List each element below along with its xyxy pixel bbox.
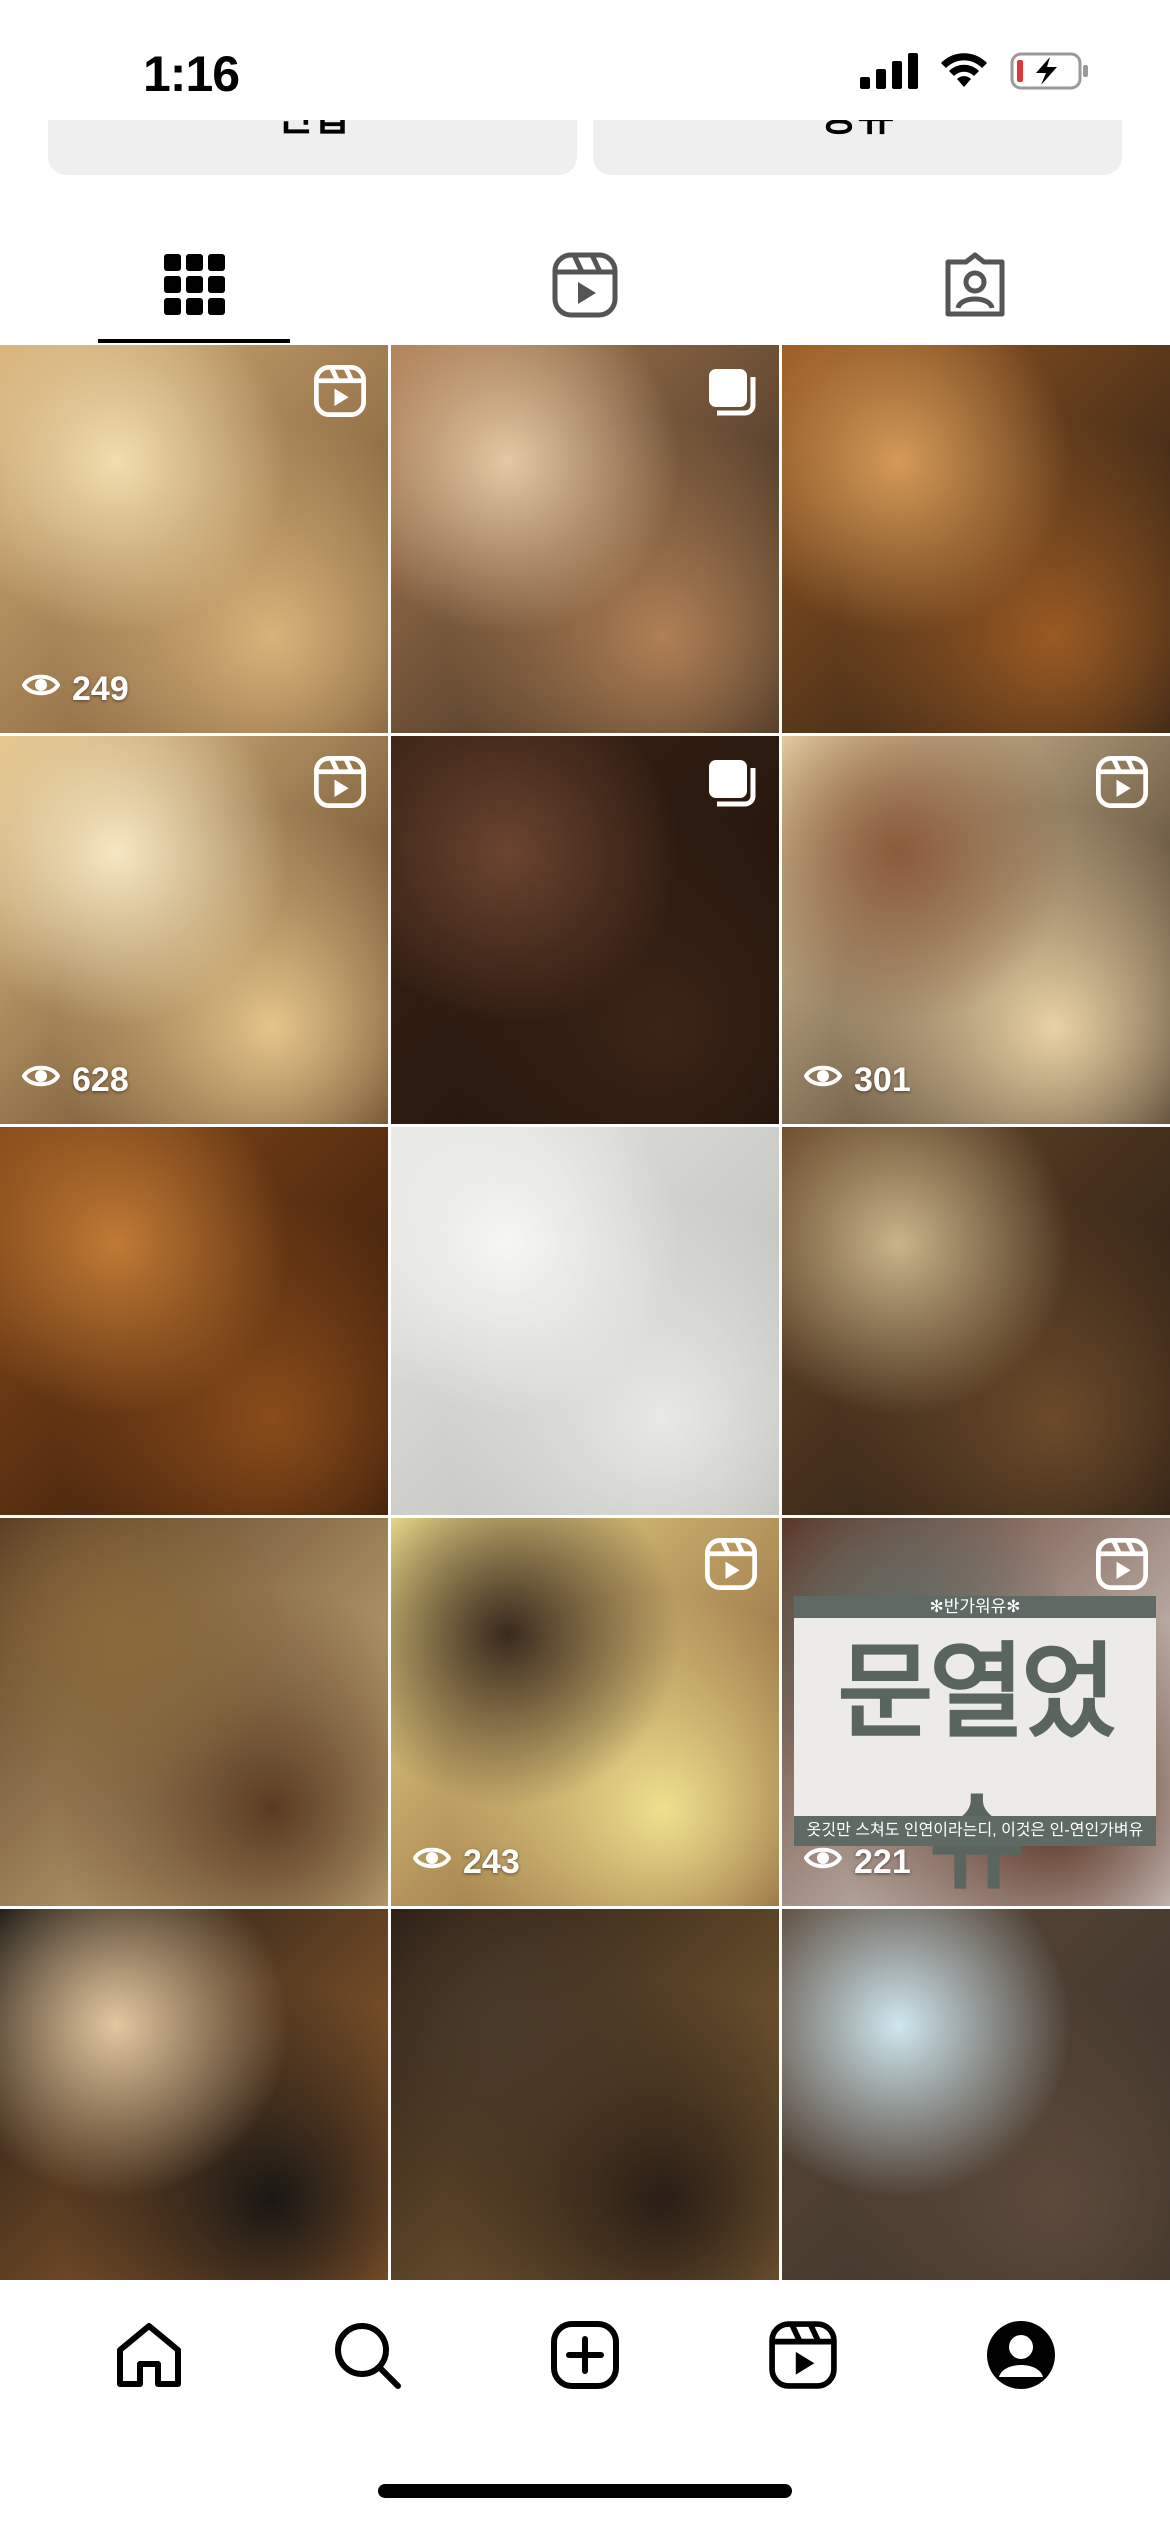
nav-create[interactable] [535,2305,635,2405]
reels-icon [552,252,618,318]
wifi-icon [941,53,987,87]
bottom-nav [0,2280,1170,2430]
sign-top-text: ✻반가워유✻ [929,1597,1021,1616]
grid-post[interactable] [782,1127,1170,1515]
view-count-number: 243 [463,1843,520,1881]
cellular-signal-icon [860,53,918,89]
share-profile-label: 공유 [593,120,1122,142]
edit-profile-button[interactable]: 편집 [48,120,577,175]
reel-badge-icon [314,756,366,813]
profile-action-buttons: 편집 공유 [48,120,1122,175]
grid-post[interactable]: 249 [0,345,388,733]
share-profile-button[interactable]: 공유 [593,120,1122,175]
battery-charging-icon [1010,52,1088,90]
grid-post[interactable] [391,736,779,1124]
grid-post[interactable]: 301 [782,736,1170,1124]
eye-icon [803,1843,843,1882]
grid-icon [164,254,225,315]
grid-post[interactable]: ✻반가워유✻문열었슈옷깃만 스쳐도 인연이라는디, 이것은 인-연인가벼유221 [782,1518,1170,1906]
view-count: 221 [803,1843,911,1882]
eye-icon [21,670,61,709]
add-post-icon [551,2321,619,2389]
nav-profile[interactable] [971,2305,1071,2405]
grid-post[interactable] [391,1909,779,2280]
tab-reels[interactable] [390,225,780,345]
reel-badge-icon [1096,756,1148,813]
tab-tagged[interactable] [780,225,1170,345]
edit-profile-label: 편집 [48,120,577,142]
nav-search[interactable] [317,2305,417,2405]
carousel-badge-icon [705,365,757,422]
view-count-number: 221 [854,1843,911,1881]
sign-sub-text: 옷깃만 스쳐도 인연이라는디, 이것은 인-연인가벼유 [794,1816,1156,1846]
status-icons [860,52,1090,90]
profile-icon [987,2321,1055,2389]
grid-post[interactable] [0,1909,388,2280]
view-count: 628 [21,1061,129,1100]
posts-grid: 249 628 301 243 ✻반가워유✻문열었슈옷깃만 스쳐도 인연이라는디, 이것… [0,345,1170,2280]
view-count-number: 249 [72,670,129,708]
tab-posts[interactable] [0,225,390,345]
active-tab-indicator [98,339,290,343]
nav-reels[interactable] [753,2305,853,2405]
view-count-number: 628 [72,1061,129,1099]
status-time: 1:16 [143,46,240,102]
carousel-badge-icon [705,756,757,813]
grid-post[interactable]: 628 [0,736,388,1124]
view-count-number: 301 [854,1061,911,1099]
home-icon [117,2323,181,2387]
eye-icon [803,1061,843,1100]
grid-post[interactable] [782,1909,1170,2280]
reel-badge-icon [705,1538,757,1595]
grid-post[interactable] [391,1127,779,1515]
eye-icon [21,1061,61,1100]
profile-tabs [0,225,1170,345]
nav-home[interactable] [99,2305,199,2405]
grid-post[interactable] [782,345,1170,733]
grid-post[interactable] [0,1518,388,1906]
reels-icon [769,2321,837,2389]
view-count: 243 [412,1843,520,1882]
reel-badge-icon [314,365,366,422]
view-count: 301 [803,1061,911,1100]
view-count: 249 [21,670,129,709]
grid-post[interactable] [391,345,779,733]
opening-sign: ✻반가워유✻문열었슈옷깃만 스쳐도 인연이라는디, 이것은 인-연인가벼유 [794,1596,1156,1901]
tagged-icon [945,252,1005,317]
grid-post[interactable]: 243 [391,1518,779,1906]
reel-badge-icon [1096,1538,1148,1595]
home-indicator [378,2484,792,2498]
grid-post[interactable] [0,1127,388,1515]
search-icon [335,2323,401,2389]
eye-icon [412,1843,452,1882]
